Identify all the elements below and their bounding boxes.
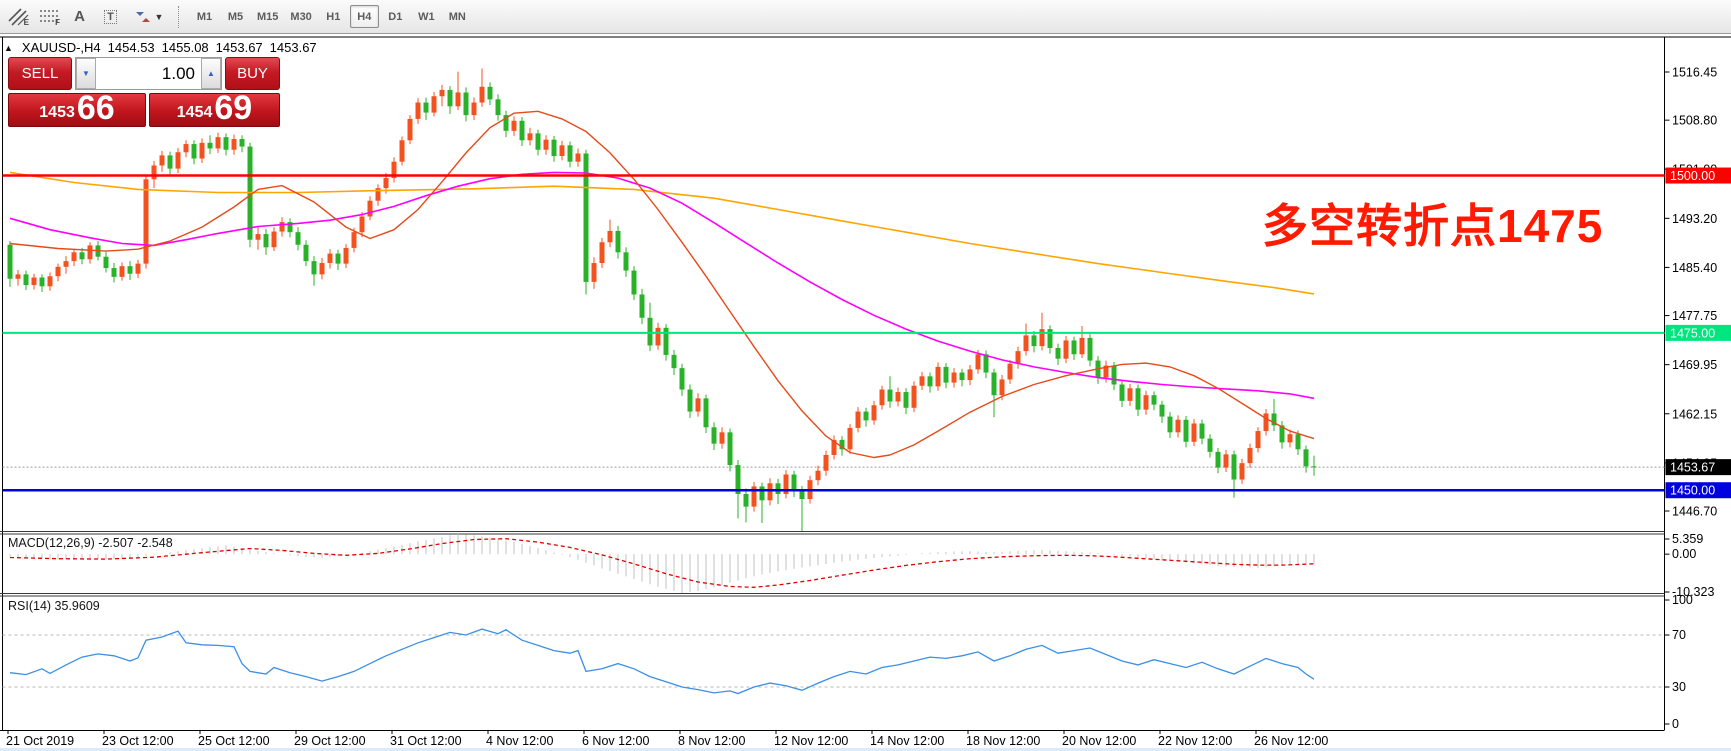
svg-text:1493.20: 1493.20 [1672, 212, 1717, 226]
svg-text:22 Nov 12:00: 22 Nov 12:00 [1158, 734, 1232, 748]
svg-text:1508.80: 1508.80 [1672, 114, 1717, 128]
svg-text:100: 100 [1672, 593, 1693, 607]
svg-text:0.00: 0.00 [1672, 547, 1696, 561]
buy-button-label: BUY [237, 65, 268, 82]
quote-header: ▲ XAUUSD-,H4 1454.53 1455.08 1453.67 145… [4, 40, 317, 55]
svg-text:1453.67: 1453.67 [1670, 461, 1715, 475]
buy-price-big: 69 [214, 92, 252, 124]
quote-open: 1454.53 [108, 40, 155, 55]
svg-text:30: 30 [1672, 680, 1686, 694]
one-click-collapse-icon[interactable]: ▲ [4, 43, 13, 53]
sell-price-small: 1453 [39, 102, 75, 124]
svg-text:8 Nov 12:00: 8 Nov 12:00 [678, 734, 745, 748]
sell-button-label: SELL [22, 65, 59, 82]
svg-text:1462.15: 1462.15 [1672, 407, 1717, 421]
svg-text:70: 70 [1672, 628, 1686, 642]
svg-text:23 Oct 12:00: 23 Oct 12:00 [102, 734, 174, 748]
quote-low: 1453.67 [216, 40, 263, 55]
svg-text:26 Nov 12:00: 26 Nov 12:00 [1254, 734, 1328, 748]
svg-text:18 Nov 12:00: 18 Nov 12:00 [966, 734, 1040, 748]
svg-text:1500.00: 1500.00 [1670, 169, 1715, 183]
svg-text:29 Oct 12:00: 29 Oct 12:00 [294, 734, 366, 748]
one-click-trading-panel: SELL ▼ 1.00 ▲ BUY 1453 66 1454 [8, 57, 280, 127]
caret-up-icon: ▲ [207, 69, 215, 78]
sell-price-panel[interactable]: 1453 66 [8, 93, 146, 127]
svg-text:1477.75: 1477.75 [1672, 309, 1717, 323]
volume-value[interactable]: 1.00 [96, 58, 201, 89]
svg-text:4 Nov 12:00: 4 Nov 12:00 [486, 734, 553, 748]
svg-text:6 Nov 12:00: 6 Nov 12:00 [582, 734, 649, 748]
buy-price-panel[interactable]: 1454 69 [149, 93, 280, 127]
svg-text:25 Oct 12:00: 25 Oct 12:00 [198, 734, 270, 748]
svg-text:1469.95: 1469.95 [1672, 358, 1717, 372]
svg-text:1446.70: 1446.70 [1672, 505, 1717, 519]
mt4-window: E F A T ▼ M1M5M15M30H1H4D1W1MN 1516.4515 [0, 0, 1731, 751]
svg-text:1516.45: 1516.45 [1672, 66, 1717, 80]
svg-text:0: 0 [1672, 717, 1679, 731]
svg-text:1485.40: 1485.40 [1672, 261, 1717, 275]
volume-stepper: ▼ 1.00 ▲ [75, 57, 222, 90]
svg-text:1450.00: 1450.00 [1670, 484, 1715, 498]
caret-down-icon: ▼ [82, 69, 90, 78]
symbol-period-label: XAUUSD-,H4 [22, 40, 101, 55]
quote-close: 1453.67 [270, 40, 317, 55]
buy-price-small: 1454 [177, 102, 213, 124]
svg-text:1475.00: 1475.00 [1670, 326, 1715, 340]
sell-button[interactable]: SELL [8, 57, 72, 90]
macd-indicator-label: MACD(12,26,9) -2.507 -2.548 [8, 536, 173, 550]
svg-text:12 Nov 12:00: 12 Nov 12:00 [774, 734, 848, 748]
volume-decrease-button[interactable]: ▼ [76, 58, 96, 89]
volume-increase-button[interactable]: ▲ [201, 58, 221, 89]
buy-button[interactable]: BUY [225, 57, 280, 90]
svg-text:5.359: 5.359 [1672, 532, 1703, 546]
svg-text:31 Oct 12:00: 31 Oct 12:00 [390, 734, 462, 748]
svg-text:21 Oct 2019: 21 Oct 2019 [6, 734, 74, 748]
chart-text-annotation[interactable]: 多空转折点1475 [1262, 190, 1603, 256]
sell-price-big: 66 [77, 92, 115, 124]
svg-text:20 Nov 12:00: 20 Nov 12:00 [1062, 734, 1136, 748]
rsi-indicator-label: RSI(14) 35.9609 [8, 599, 100, 613]
svg-text:14 Nov 12:00: 14 Nov 12:00 [870, 734, 944, 748]
quote-high: 1455.08 [162, 40, 209, 55]
